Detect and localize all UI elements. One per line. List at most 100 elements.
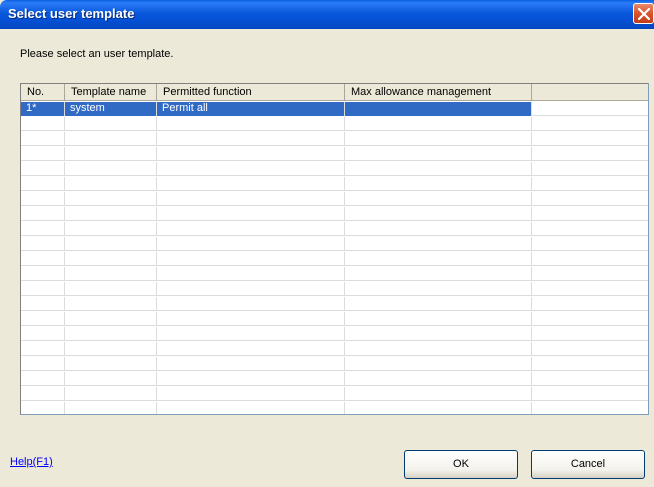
empty-cell: [532, 282, 648, 296]
cell-no[interactable]: 1*: [21, 102, 65, 116]
empty-cell: [345, 237, 532, 251]
empty-cell: [532, 177, 648, 191]
empty-table-row[interactable]: [21, 147, 648, 161]
column-header-max-allowance[interactable]: Max allowance management: [345, 84, 532, 101]
cell-template-name[interactable]: system: [65, 102, 157, 116]
column-header-no[interactable]: No.: [21, 84, 65, 101]
empty-table-row[interactable]: [21, 237, 648, 251]
empty-cell: [532, 192, 648, 206]
empty-cell: [532, 252, 648, 266]
template-grid[interactable]: No. Template name Permitted function Max…: [20, 83, 649, 415]
empty-table-row[interactable]: [21, 267, 648, 281]
empty-cell: [21, 147, 65, 161]
empty-cell: [21, 357, 65, 371]
empty-cell: [532, 162, 648, 176]
empty-cell: [65, 147, 157, 161]
empty-cell: [532, 342, 648, 356]
window-title: Select user template: [8, 6, 135, 21]
empty-cell: [21, 327, 65, 341]
table-row[interactable]: 1* system Permit all: [21, 102, 648, 116]
empty-table-row[interactable]: [21, 387, 648, 401]
close-button[interactable]: [633, 3, 654, 24]
help-link[interactable]: Help(F1): [10, 456, 53, 468]
empty-cell: [21, 372, 65, 386]
empty-cell: [65, 342, 157, 356]
empty-cell: [65, 387, 157, 401]
cell-extra[interactable]: [532, 102, 648, 116]
column-header-permitted-function[interactable]: Permitted function: [157, 84, 345, 101]
empty-cell: [21, 192, 65, 206]
empty-cell: [345, 207, 532, 221]
empty-cell: [532, 147, 648, 161]
empty-cell: [65, 282, 157, 296]
empty-table-row[interactable]: [21, 282, 648, 296]
empty-cell: [21, 207, 65, 221]
empty-cell: [65, 357, 157, 371]
ok-button[interactable]: OK: [404, 450, 518, 479]
empty-cell: [157, 207, 345, 221]
grid-header: No. Template name Permitted function Max…: [21, 84, 648, 101]
empty-cell: [532, 387, 648, 401]
empty-table-row[interactable]: [21, 222, 648, 236]
cancel-button[interactable]: Cancel: [531, 450, 645, 479]
cell-max-allowance[interactable]: [345, 102, 532, 116]
empty-cell: [65, 222, 157, 236]
empty-cell: [532, 297, 648, 311]
prompt-text: Please select an user template.: [20, 48, 174, 60]
empty-cell: [345, 222, 532, 236]
empty-cell: [21, 177, 65, 191]
empty-cell: [157, 162, 345, 176]
empty-cell: [157, 237, 345, 251]
empty-cell: [157, 372, 345, 386]
empty-table-row[interactable]: [21, 177, 648, 191]
empty-cell: [345, 282, 532, 296]
empty-cell: [65, 252, 157, 266]
empty-cell: [21, 117, 65, 131]
empty-table-row[interactable]: [21, 207, 648, 221]
empty-cell: [532, 132, 648, 146]
empty-cell: [21, 237, 65, 251]
empty-cell: [65, 237, 157, 251]
empty-table-row[interactable]: [21, 252, 648, 266]
empty-cell: [532, 222, 648, 236]
empty-table-row[interactable]: [21, 162, 648, 176]
empty-cell: [21, 312, 65, 326]
title-bar[interactable]: Select user template: [0, 0, 654, 29]
empty-cell: [21, 297, 65, 311]
empty-cell: [532, 267, 648, 281]
empty-cell: [157, 177, 345, 191]
column-header-template-name[interactable]: Template name: [65, 84, 157, 101]
empty-cell: [21, 267, 65, 281]
empty-cell: [65, 312, 157, 326]
empty-cell: [65, 177, 157, 191]
empty-cell: [157, 357, 345, 371]
empty-table-row[interactable]: [21, 372, 648, 386]
empty-cell: [65, 162, 157, 176]
empty-table-row[interactable]: [21, 312, 648, 326]
empty-cell: [21, 252, 65, 266]
select-user-template-dialog: Select user template Please select an us…: [0, 0, 654, 487]
empty-cell: [21, 282, 65, 296]
empty-table-row[interactable]: [21, 297, 648, 311]
empty-cell: [21, 387, 65, 401]
empty-cell: [345, 177, 532, 191]
empty-table-row[interactable]: [21, 402, 648, 414]
empty-table-row[interactable]: [21, 117, 648, 131]
empty-table-row[interactable]: [21, 192, 648, 206]
empty-cell: [65, 372, 157, 386]
empty-table-row[interactable]: [21, 132, 648, 146]
empty-table-row[interactable]: [21, 327, 648, 341]
empty-cell: [532, 402, 648, 414]
empty-table-row[interactable]: [21, 342, 648, 356]
empty-cell: [345, 297, 532, 311]
empty-cell: [157, 297, 345, 311]
empty-cell: [21, 342, 65, 356]
empty-cell: [532, 312, 648, 326]
empty-cell: [157, 192, 345, 206]
empty-cell: [157, 252, 345, 266]
cell-permitted-function[interactable]: Permit all: [157, 102, 345, 116]
empty-cell: [532, 372, 648, 386]
empty-cell: [345, 132, 532, 146]
empty-cell: [65, 327, 157, 341]
empty-table-row[interactable]: [21, 357, 648, 371]
